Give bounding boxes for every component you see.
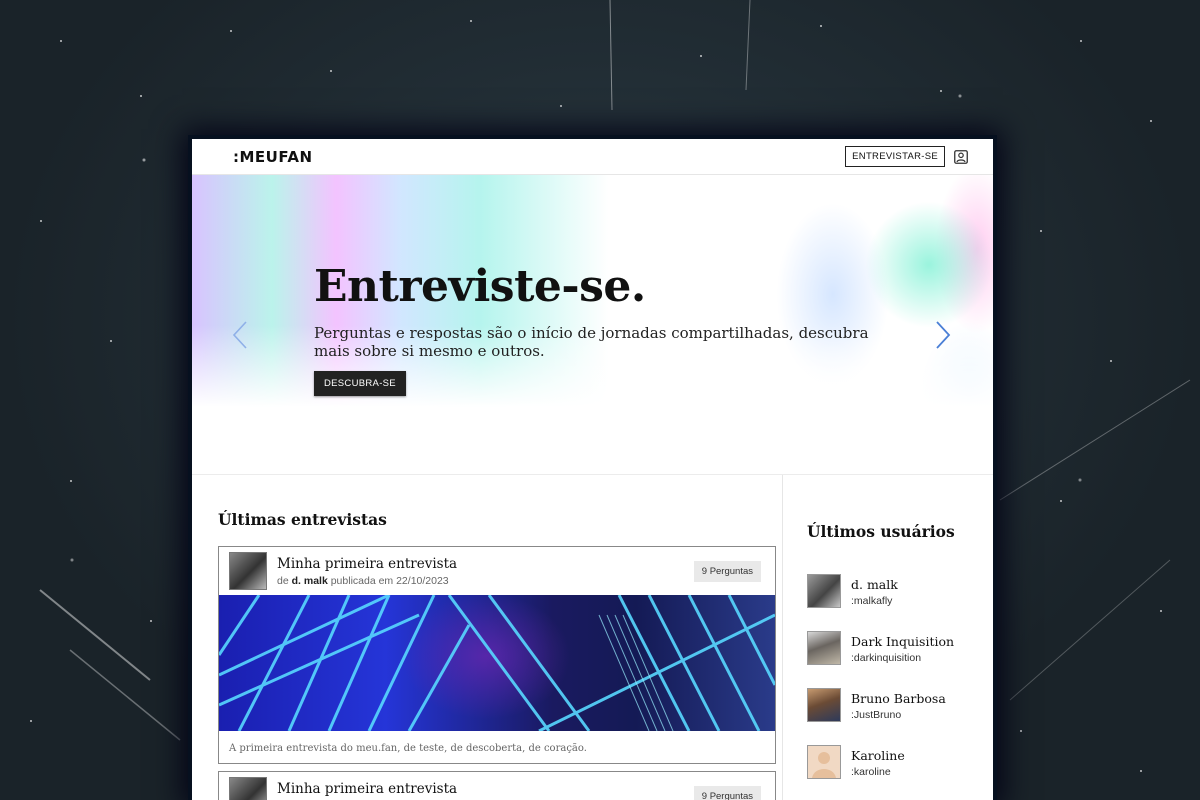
user-handle: :karoline (851, 766, 891, 778)
interview-description: A primeira entrevista do meu.fan, de tes… (229, 743, 587, 754)
section-title-users: Últimos usuários (807, 522, 955, 541)
question-count-badge: 9 Perguntas (693, 786, 761, 800)
website-window: :MEUFAN ENTREVISTAR-SE Entreviste-se. Pe… (192, 139, 993, 800)
user-handle: :malkafly (851, 595, 893, 607)
section-title-interviews: Últimas entrevistas (218, 510, 387, 529)
main-content: Últimas entrevistas Minha primeira entre… (192, 475, 993, 800)
avatar[interactable] (229, 777, 267, 800)
latest-users-section: Últimos usuários d. malk :malkafly Dark … (783, 475, 993, 800)
user-list: d. malk :malkafly Dark Inquisition :dark… (807, 574, 993, 800)
interview-title[interactable]: Minha primeira entrevista (277, 556, 457, 572)
avatar[interactable] (807, 745, 841, 779)
latest-interviews-section: Últimas entrevistas Minha primeira entre… (192, 475, 783, 800)
top-navigation: :MEUFAN ENTREVISTAR-SE (192, 139, 993, 175)
hero-description: Perguntas e respostas são o início de jo… (314, 324, 869, 360)
hero-carousel: Entreviste-se. Perguntas e respostas são… (192, 175, 993, 475)
avatar[interactable] (807, 688, 841, 722)
interview-card[interactable]: Minha primeira entrevista 9 Perguntas (218, 771, 776, 800)
user-handle: :JustBruno (851, 709, 902, 721)
hero-content: Entreviste-se. Perguntas e respostas são… (314, 261, 884, 396)
interview-title[interactable]: Minha primeira entrevista (277, 781, 457, 797)
user-name[interactable]: d. malk (851, 577, 898, 592)
user-item[interactable]: Dark Inquisition :darkinquisition (807, 631, 993, 688)
interview-button[interactable]: ENTREVISTAR-SE (845, 146, 945, 167)
interview-byline: de d. malk publicada em 22/10/2023 (277, 575, 457, 587)
interview-card[interactable]: Minha primeira entrevista de d. malk pub… (218, 546, 776, 764)
user-handle: :darkinquisition (851, 652, 922, 664)
byline-prefix: de (277, 575, 289, 587)
chevron-left-icon[interactable] (231, 320, 249, 350)
user-icon[interactable] (954, 149, 968, 164)
discover-button[interactable]: DESCUBRA-SE (314, 371, 406, 396)
user-item[interactable]: Karoline :karoline (807, 745, 993, 800)
user-name[interactable]: Karoline (851, 748, 905, 763)
avatar[interactable] (807, 631, 841, 665)
site-logo[interactable]: :MEUFAN (233, 148, 313, 166)
avatar[interactable] (807, 574, 841, 608)
chevron-right-icon[interactable] (934, 320, 952, 350)
avatar[interactable] (229, 552, 267, 590)
question-count-badge: 9 Perguntas (693, 561, 761, 582)
user-item[interactable]: d. malk :malkafly (807, 574, 993, 631)
user-name[interactable]: Bruno Barbosa (851, 691, 946, 706)
hero-title: Entreviste-se. (314, 261, 646, 312)
interview-cover-image[interactable] (219, 595, 775, 731)
author-link[interactable]: d. malk (292, 575, 328, 587)
publish-date: publicada em 22/10/2023 (330, 575, 449, 587)
user-item[interactable]: Bruno Barbosa :JustBruno (807, 688, 993, 745)
user-name[interactable]: Dark Inquisition (851, 634, 954, 649)
